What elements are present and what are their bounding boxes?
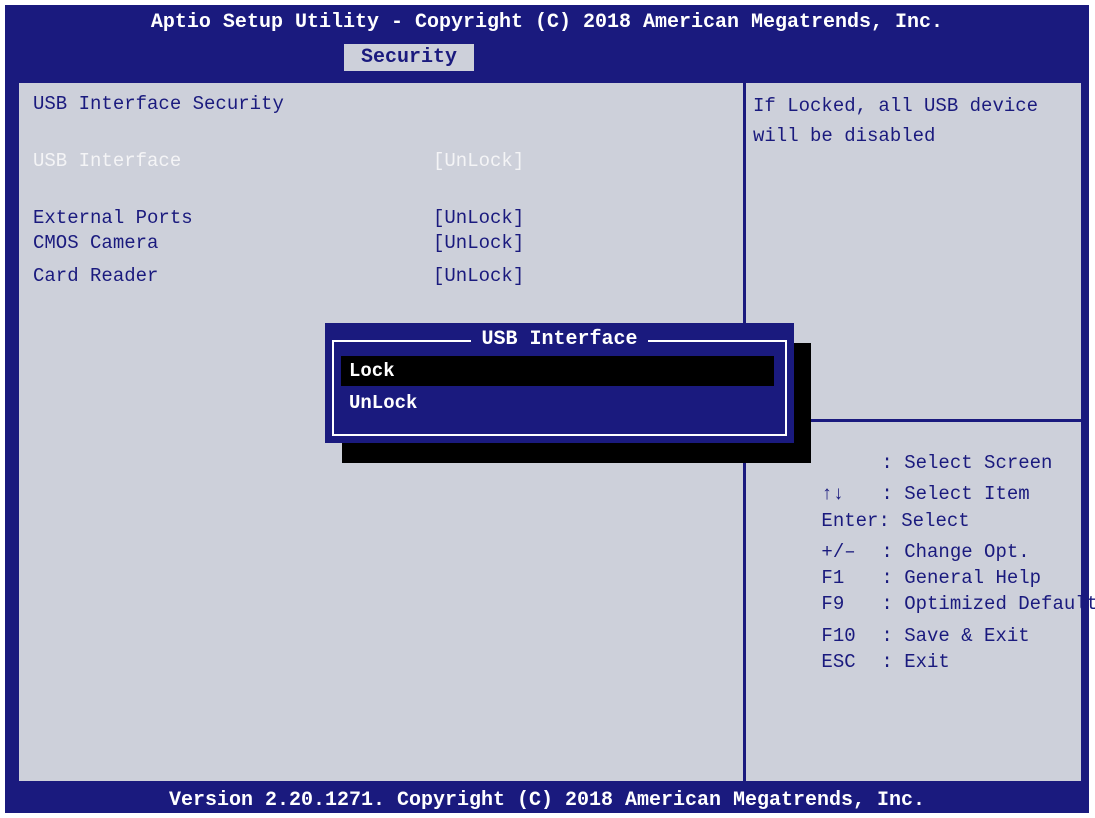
key-hint-exit: ESC : Exit [753,629,950,695]
version-footer: Version 2.20.1271. Copyright (C) 2018 Am… [5,788,1089,813]
usb-interface-value[interactable]: [UnLock] [433,150,524,172]
popup-title-text: USB Interface [471,328,648,351]
usb-interface-popup: USB Interface Lock UnLock [325,323,794,443]
popup-title: USB Interface [325,328,794,352]
external-ports-label[interactable]: External Ports [33,207,193,229]
title-bar: Aptio Setup Utility - Copyright (C) 2018… [5,5,1089,71]
section-title: USB Interface Security [33,93,284,115]
cmos-camera-value[interactable]: [UnLock] [433,232,524,254]
app-title: Aptio Setup Utility - Copyright (C) 2018… [150,11,944,34]
key-desc: : Exit [881,651,950,673]
option-lock[interactable]: Lock [341,356,774,386]
external-ports-value[interactable]: [UnLock] [433,207,524,229]
usb-interface-label[interactable]: USB Interface [33,150,181,172]
help-description: If Locked, all USB device will be disabl… [753,95,1039,147]
tab-security[interactable]: Security [344,44,474,71]
card-reader-label[interactable]: Card Reader [33,265,158,287]
key-name: ESC [821,651,856,673]
card-reader-value[interactable]: [UnLock] [433,265,524,287]
cmos-camera-label[interactable]: CMOS Camera [33,232,158,254]
option-unlock[interactable]: UnLock [341,388,774,418]
